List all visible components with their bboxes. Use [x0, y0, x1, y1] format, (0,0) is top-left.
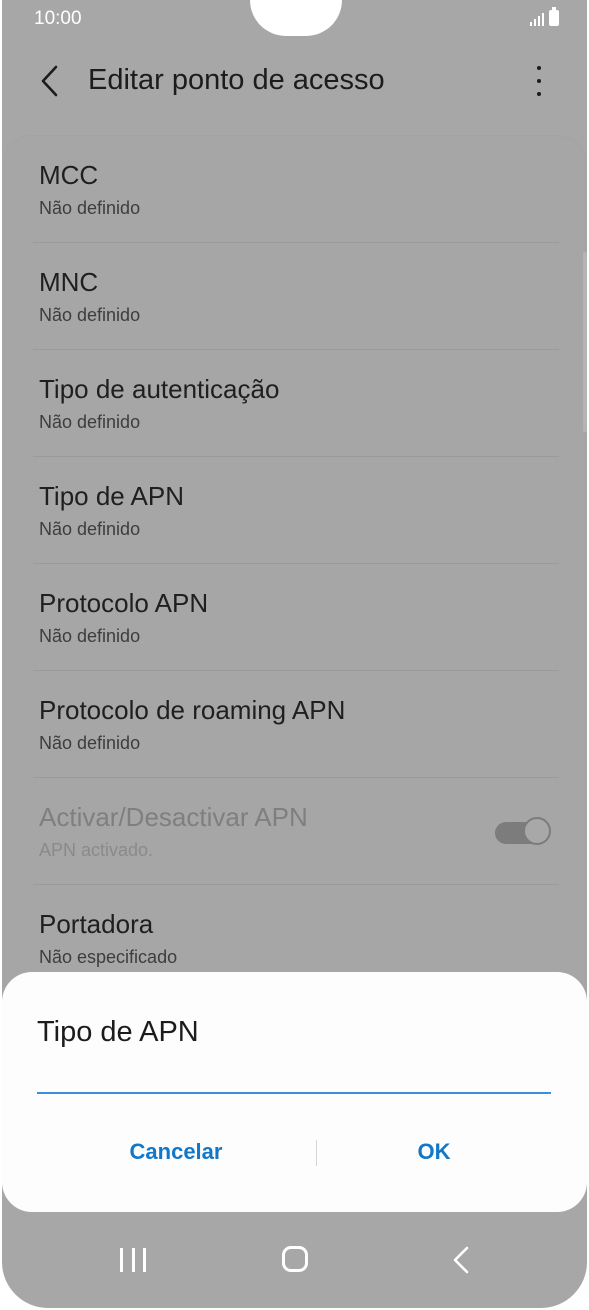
- setting-value: Não especificado: [39, 947, 178, 967]
- setting-title: Protocolo de roaming APN: [39, 695, 346, 725]
- back-arrow-icon[interactable]: [36, 64, 66, 98]
- battery-icon: [549, 7, 559, 26]
- scrollbar[interactable]: [583, 252, 587, 432]
- dialog-title: Tipo de APN: [37, 1016, 199, 1048]
- setting-value: Não definido: [39, 626, 141, 646]
- recent-apps-icon[interactable]: [120, 1248, 146, 1274]
- cancel-button[interactable]: Cancelar: [76, 1130, 276, 1174]
- apn-type-input[interactable]: [37, 1056, 551, 1094]
- button-divider: [316, 1140, 317, 1166]
- setting-item-apn-roaming-protocol[interactable]: Protocolo de roaming APN Não definido: [33, 671, 559, 778]
- toggle-knob: [523, 817, 551, 845]
- setting-item-mnc[interactable]: MNC Não definido: [33, 243, 559, 350]
- setting-item-mcc[interactable]: MCC Não definido: [33, 136, 559, 243]
- setting-title: Portadora: [39, 909, 154, 939]
- setting-title: Activar/Desactivar APN: [39, 802, 308, 832]
- signal-icon: [530, 12, 544, 26]
- setting-title: Protocolo APN: [39, 588, 209, 618]
- setting-value: Não definido: [39, 412, 141, 432]
- ok-button[interactable]: OK: [334, 1130, 534, 1174]
- status-icons: [530, 7, 559, 26]
- setting-value: Não definido: [39, 305, 141, 325]
- apn-type-dialog: Tipo de APN Cancelar OK: [2, 972, 587, 1212]
- setting-item-apn-protocol[interactable]: Protocolo APN Não definido: [33, 564, 559, 671]
- setting-item-authentication-type[interactable]: Tipo de autenticação Não definido: [33, 350, 559, 457]
- app-bar: Editar ponto de acesso: [2, 50, 587, 110]
- status-time: 10:00: [34, 8, 82, 29]
- setting-item-apn-enable[interactable]: Activar/Desactivar APN APN activado.: [33, 778, 559, 885]
- setting-value: Não definido: [39, 198, 141, 218]
- setting-title: MNC: [39, 267, 99, 297]
- setting-title: Tipo de autenticação: [39, 374, 280, 404]
- nav-back-icon[interactable]: [452, 1246, 470, 1274]
- setting-value: APN activado.: [39, 840, 154, 860]
- apn-enable-toggle[interactable]: [495, 816, 551, 848]
- setting-value: Não definido: [39, 519, 141, 539]
- dialog-actions: Cancelar OK: [2, 1130, 587, 1174]
- page-title: Editar ponto de acesso: [88, 64, 385, 96]
- setting-value: Não definido: [39, 733, 141, 753]
- navigation-bar: [2, 1218, 587, 1308]
- setting-item-apn-type[interactable]: Tipo de APN Não definido: [33, 457, 559, 564]
- more-options-icon[interactable]: [529, 66, 549, 96]
- phone-frame: 10:00 Editar ponto de acesso MCC Não def…: [0, 0, 589, 1310]
- setting-title: Tipo de APN: [39, 481, 185, 511]
- home-icon[interactable]: [282, 1246, 308, 1272]
- setting-title: MCC: [39, 160, 99, 190]
